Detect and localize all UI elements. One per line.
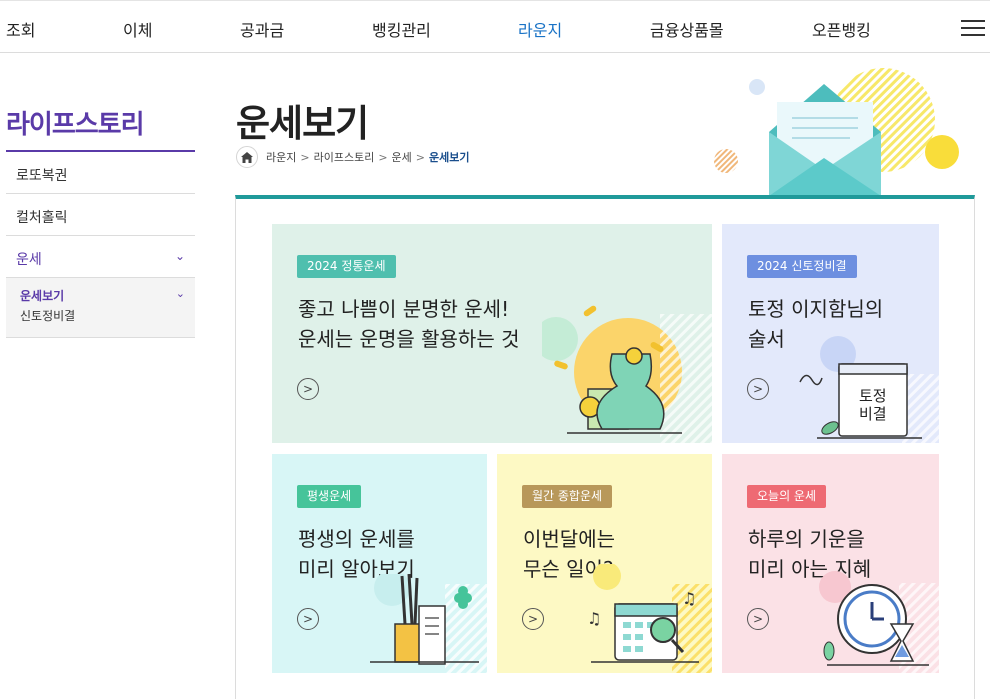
- breadcrumb-separator-icon: >: [378, 150, 388, 164]
- card-line: 좋고 나쁨이 분명한 운세!: [298, 297, 510, 321]
- card-line: 토정 이지함님의: [748, 297, 884, 321]
- breadcrumb-separator-icon: >: [300, 150, 310, 164]
- calendar-icon: ♫ ♫: [587, 564, 712, 673]
- sidebar-item-lotto[interactable]: 로또복권: [6, 152, 195, 194]
- card-badge: 월간 종합운세: [522, 485, 613, 508]
- chevron-right-icon[interactable]: >: [297, 608, 319, 630]
- card-badge: 평생운세: [297, 485, 362, 508]
- breadcrumb: 라운지 > 라이프스토리 > 운세 > 운세보기: [236, 145, 470, 169]
- card-badge: 오늘의 운세: [747, 485, 827, 508]
- sidebar-item-label: 운세: [16, 252, 42, 268]
- breadcrumb-current: 운세보기: [429, 151, 470, 164]
- chevron-right-icon[interactable]: >: [747, 378, 769, 400]
- sidebar-submenu: 운세보기 신토정비결 ⌄: [6, 278, 195, 338]
- chevron-down-icon: ⌄: [174, 249, 185, 263]
- card-badge: 2024 신토정비결: [747, 255, 857, 278]
- page-title: 운세보기: [236, 102, 369, 145]
- money-bag-icon: [542, 305, 712, 443]
- sidebar-item-label: 로또복권: [16, 168, 68, 184]
- fortune-card-lifetime[interactable]: 평생운세 평생의 운세를 미리 알아보기 >: [272, 454, 487, 673]
- breadcrumb-lifestory[interactable]: 라이프스토리: [314, 149, 375, 165]
- envelope-illustration: [714, 68, 959, 196]
- nav-inquiry[interactable]: 조회: [6, 17, 35, 41]
- fortune-card-today[interactable]: 오늘의 운세 하루의 기운을 미리 아는 지혜 >: [722, 454, 939, 673]
- sidebar-item-fortune[interactable]: 운세 ⌄: [6, 236, 195, 278]
- breadcrumb-separator-icon: >: [415, 150, 426, 164]
- chevron-down-icon: ⌄: [175, 287, 185, 300]
- chevron-right-icon[interactable]: >: [747, 608, 769, 630]
- card-line: 이번달에는: [523, 527, 615, 551]
- card-line: 하루의 기운을: [748, 527, 865, 551]
- card-line: 평생의 운세를: [298, 527, 415, 551]
- sidebar-title: 라이프스토리: [6, 110, 145, 140]
- breadcrumb-fortune[interactable]: 운세: [392, 149, 412, 165]
- sidebar-item-culture[interactable]: 컬처홀릭: [6, 194, 195, 236]
- nav-lounge[interactable]: 라운지: [518, 17, 562, 41]
- fortune-card-2024[interactable]: 2024 정통운세 좋고 나쁨이 분명한 운세! 운세는 운명을 활용하는 것 …: [272, 224, 712, 443]
- home-icon[interactable]: [236, 146, 258, 168]
- card-badge: 2024 정통운세: [297, 255, 396, 278]
- chevron-right-icon[interactable]: >: [522, 608, 544, 630]
- top-navigation: 조회 이체 공과금 뱅킹관리 라운지 금융상품몰 오픈뱅킹: [0, 0, 990, 53]
- fortune-card-monthly[interactable]: 월간 종합운세 이번달에는 무슨 일이? > ♫ ♫: [497, 454, 712, 673]
- sidebar-menu: 로또복권 컬처홀릭 운세 ⌄ 운세보기 신토정비결 ⌄: [6, 152, 195, 338]
- menu-icon[interactable]: [961, 18, 985, 38]
- sidebar-item-label: 컬처홀릭: [16, 210, 68, 226]
- card-line: 운세는 운명을 활용하는 것: [298, 327, 520, 351]
- svg-text:♫: ♫: [682, 589, 696, 608]
- book-cover-label: 토정 비결: [859, 387, 887, 423]
- nav-open-banking[interactable]: 오픈뱅킹: [812, 17, 871, 41]
- nav-banking-management[interactable]: 뱅킹관리: [372, 17, 431, 41]
- nav-transfer[interactable]: 이체: [123, 17, 152, 41]
- chevron-right-icon[interactable]: >: [297, 378, 319, 400]
- fortune-card-tojeong[interactable]: 2024 신토정비결 토정 이지함님의 술서 > 토정 비결: [722, 224, 939, 443]
- breadcrumb-lounge[interactable]: 라운지: [266, 149, 296, 165]
- svg-text:♫: ♫: [587, 609, 601, 628]
- clock-hourglass-icon: [819, 571, 939, 673]
- card-description: 좋고 나쁨이 분명한 운세! 운세는 운명을 활용하는 것: [298, 294, 519, 354]
- nav-utility-bills[interactable]: 공과금: [240, 17, 284, 41]
- pen-holder-icon: [370, 574, 487, 673]
- submenu-item-tojeong[interactable]: 신토정비결: [20, 307, 185, 327]
- nav-financial-products[interactable]: 금융상품몰: [650, 17, 724, 41]
- submenu-item-fortune-view[interactable]: 운세보기: [20, 287, 185, 307]
